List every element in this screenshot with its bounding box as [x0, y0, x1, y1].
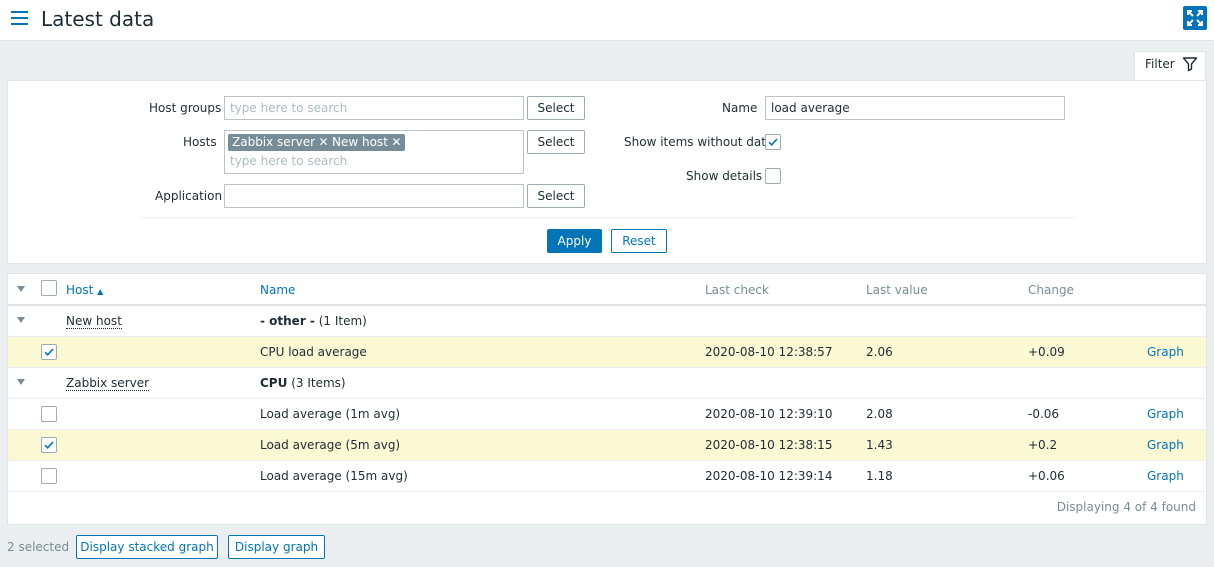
display-stacked-graph-button[interactable]: Display stacked graph [76, 535, 218, 559]
show-items-without-data-checkbox[interactable] [765, 134, 781, 150]
apply-button[interactable]: Apply [547, 229, 602, 253]
application-name: - other - (1 Item) [260, 314, 367, 328]
name-label: Name [722, 101, 758, 115]
application-name: CPU (3 Items) [260, 376, 346, 390]
host-link[interactable]: New host [66, 314, 122, 329]
table-header-row: Host ▲ Name Last check Last value Change [8, 274, 1206, 306]
item-last-value: 1.43 [866, 438, 893, 452]
graph-link[interactable]: Graph [1147, 407, 1184, 421]
page-title: Latest data [41, 7, 155, 31]
item-checkbox[interactable] [41, 468, 57, 484]
column-change: Change [1028, 283, 1074, 297]
collapse-group-icon[interactable] [17, 379, 25, 385]
host-chip-new-host: New host ✕ [328, 134, 405, 151]
hosts-label: Hosts [183, 135, 217, 149]
item-last-value: 1.18 [866, 469, 893, 483]
show-details-label: Show details [686, 169, 763, 183]
menu-icon[interactable] [11, 11, 28, 25]
column-name[interactable]: Name [260, 283, 295, 297]
item-last-check: 2020-08-10 12:38:15 [705, 438, 833, 452]
item-last-check: 2020-08-10 12:39:10 [705, 407, 833, 421]
show-details-checkbox[interactable] [765, 168, 781, 184]
application-label: Application [155, 189, 223, 203]
item-name: Load average (15m avg) [260, 469, 408, 483]
tab-filter-label: Filter [1145, 57, 1175, 71]
hosts-search-input[interactable]: type here to search [230, 154, 347, 168]
item-checkbox[interactable] [41, 344, 57, 360]
item-change: +0.2 [1028, 438, 1058, 452]
table-row: Load average (15m avg) 2020-08-10 12:39:… [8, 461, 1206, 492]
filter-divider [141, 217, 1075, 218]
name-input[interactable]: load average [765, 96, 1065, 120]
tab-filter[interactable]: Filter [1134, 51, 1206, 81]
paging-info: Displaying 4 of 4 found [1056, 500, 1196, 514]
item-name: Load average (5m avg) [260, 438, 401, 452]
host-groups-input[interactable]: type here to search [224, 96, 524, 120]
host-link[interactable]: Zabbix server [66, 376, 150, 391]
latest-data-table: Host ▲ Name Last check Last value Change… [7, 273, 1207, 525]
item-last-check: 2020-08-10 12:38:57 [705, 345, 833, 359]
fullscreen-icon[interactable] [1183, 6, 1207, 30]
hosts-multiselect[interactable]: Zabbix server ✕ New host ✕ type here to se… [224, 130, 524, 174]
show-items-without-data-label: Show items without data [624, 135, 774, 149]
graph-link[interactable]: Graph [1147, 469, 1184, 483]
item-change: +0.09 [1028, 345, 1065, 359]
hosts-select-button[interactable]: Select [527, 130, 585, 154]
selected-count: 2 selected [7, 540, 70, 554]
table-row: CPU load average 2020-08-10 12:38:57 2.0… [8, 337, 1206, 368]
column-last-value: Last value [866, 283, 928, 297]
item-last-value: 2.06 [866, 345, 893, 359]
reset-button[interactable]: Reset [611, 229, 667, 253]
graph-link[interactable]: Graph [1147, 438, 1184, 452]
item-checkbox[interactable] [41, 437, 57, 453]
filter-icon [1182, 57, 1198, 72]
item-checkbox[interactable] [41, 406, 57, 422]
table-group-row: Zabbix server CPU (3 Items) [8, 368, 1206, 399]
host-chip-zabbix-server: Zabbix server ✕ [228, 134, 333, 151]
table-row: Load average (1m avg) 2020-08-10 12:39:1… [8, 399, 1206, 430]
sort-asc-icon: ▲ [97, 287, 104, 296]
collapse-all-icon[interactable] [17, 286, 25, 292]
graph-link[interactable]: Graph [1147, 345, 1184, 359]
column-last-check: Last check [705, 283, 769, 297]
collapse-group-icon[interactable] [17, 317, 25, 323]
page-header: Latest data [0, 0, 1214, 41]
remove-chip-icon[interactable]: ✕ [388, 134, 405, 151]
table-row: Load average (5m avg) 2020-08-10 12:38:1… [8, 430, 1206, 461]
filter-panel: Host groups type here to search Select H… [7, 80, 1207, 264]
application-select-button[interactable]: Select [527, 184, 585, 208]
item-name: Load average (1m avg) [260, 407, 401, 421]
column-host[interactable]: Host ▲ [66, 283, 103, 297]
display-graph-button[interactable]: Display graph [228, 535, 325, 559]
host-groups-select-button[interactable]: Select [527, 96, 585, 120]
host-groups-label: Host groups [149, 101, 222, 115]
application-input[interactable] [224, 184, 524, 208]
item-change: +0.06 [1028, 469, 1065, 483]
item-change: -0.06 [1028, 407, 1060, 421]
select-all-checkbox[interactable] [41, 280, 57, 296]
item-name: CPU load average [260, 345, 367, 359]
table-group-row: New host - other - (1 Item) [8, 306, 1206, 337]
item-last-value: 2.08 [866, 407, 893, 421]
item-last-check: 2020-08-10 12:39:14 [705, 469, 833, 483]
